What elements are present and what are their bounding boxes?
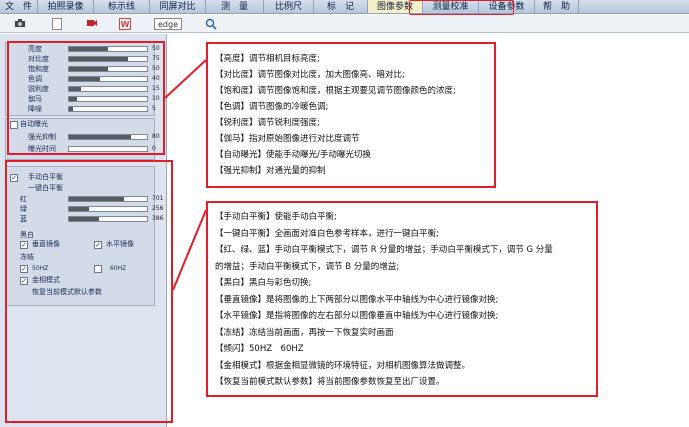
- callout-line: 【一键白平衡】全画面对准白色参考样本，进行一键白平衡;: [215, 228, 439, 239]
- callout-line: 【锐利度】调节锐利度强度;: [215, 118, 320, 128]
- callout-line: 【黑白】黑白与彩色切换;: [215, 278, 312, 288]
- callout-image-params: 【亮度】调节相机目标亮度; 【对比度】调节图像对比度，加大图像亮、暗对比; 【饱和度…: [206, 42, 496, 188]
- callout-line: 【水平镜像】是指将图像的左右部分以图像垂直中轴线为中心进行镜像对换;: [215, 311, 499, 321]
- callout-line: 【手动白平衡】使能手动白平衡;: [215, 212, 337, 222]
- callout-line: 【伽马】指对原始图像进行对比度调节: [215, 134, 360, 144]
- callout-line: 【频闪】50HZ 60HZ: [215, 344, 304, 354]
- callout-line: 【强光抑制】对通光量的抑制: [215, 166, 326, 176]
- callout-line: 【垂直镜像】是将图像的上下两部分以图像水平中轴线为中心进行镜像对换;: [215, 294, 499, 305]
- callout-line: 【金相模式】根据金相显微镜的环境特征，对相机图像算法做调整。: [215, 360, 471, 371]
- callout-white-balance: 【手动白平衡】使能手动白平衡; 【一键白平衡】全画面对准白色参考样本，进行一键白平…: [206, 201, 598, 397]
- app-window: 文 件 拍照录像 标示线 同屏对比 测 量 比例尺 标 记 图像参数 测量校准 …: [0, 0, 689, 427]
- callout-line: 【亮度】调节相机目标亮度;: [215, 54, 320, 64]
- callout-line: 【恢复当前模式默认参数】将当前图像参数恢复至出厂设置。: [215, 377, 445, 387]
- callout-line: 【自动曝光】使能手动曝光/手动曝光切换: [215, 150, 371, 160]
- callout-line: 【对比度】调节图像对比度，加大图像亮、暗对比;: [215, 70, 405, 80]
- callout-line: 【冻结】冻结当前画面，再按一下恢复实时画面: [215, 327, 394, 338]
- callout-line: 【色调】调节图像的冷暖色调;: [215, 102, 329, 112]
- callout-line: 的增益；手动白平衡模式下，调节 B 分量的增益;: [215, 261, 400, 272]
- callout-line: 【饱和度】调节图像饱和度，根据主观要见调节图像颜色的浓度;: [215, 86, 456, 96]
- callout-line: 【红、绿、蓝】手动白平衡模式下，调节 R 分量的增益；手动白平衡模式下，调节 G…: [215, 245, 553, 255]
